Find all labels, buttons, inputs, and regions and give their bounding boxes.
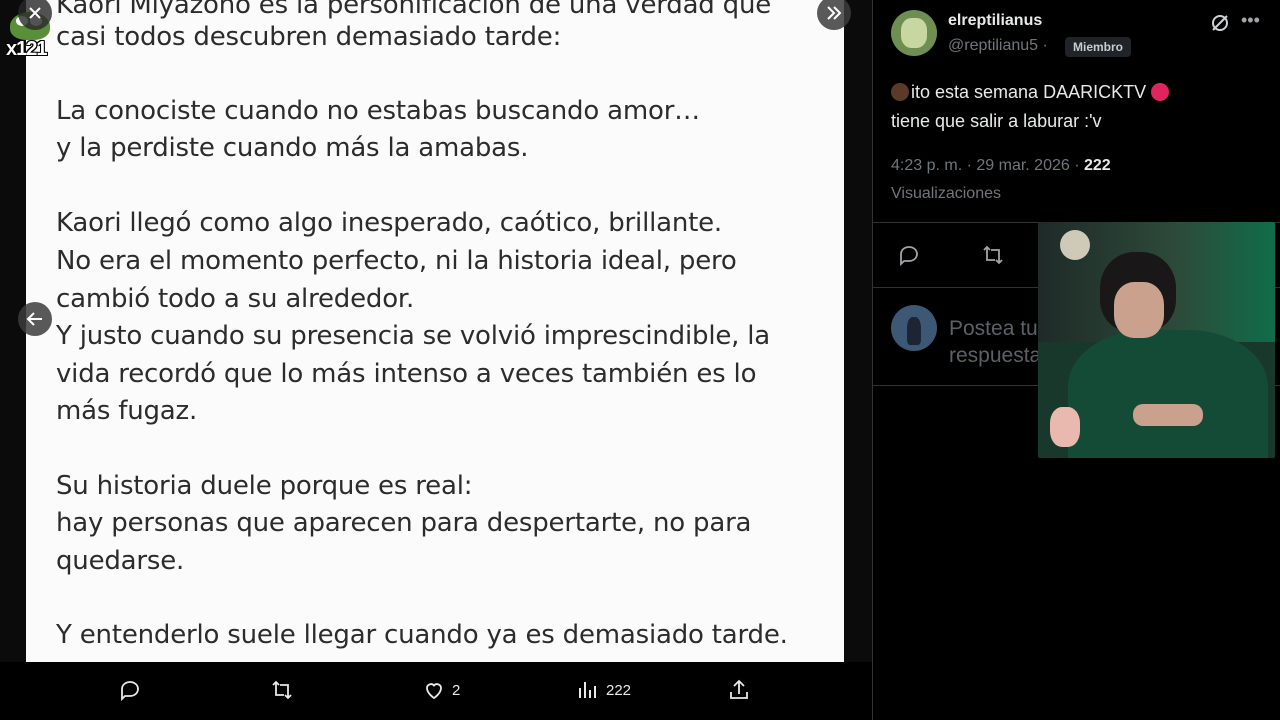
image-text-line: La conociste cuando no estabas buscando …: [56, 96, 700, 126]
tweet-timestamp[interactable]: 4:23 p. m. · 29 mar. 2026 ·: [891, 157, 1080, 174]
sticker-icon: [1050, 407, 1080, 447]
watermark-text: x121: [6, 38, 47, 60]
reply-input[interactable]: Postea tu respuesta: [949, 315, 1039, 369]
author-name[interactable]: elreptilianus: [948, 12, 1042, 30]
image-text-line: quedarse.: [56, 546, 185, 576]
views-count: 222: [606, 681, 632, 699]
share-button[interactable]: [727, 678, 751, 702]
image-text-line: cambió todo a su alrededor.: [56, 284, 415, 314]
image-text-line: No era el momento perfecto, ni la histor…: [56, 246, 737, 276]
double-chevron-right-icon: [827, 6, 842, 20]
tweet-meta: 4:23 p. m. · 29 mar. 2026 · 222: [891, 157, 1111, 175]
image-text-line: más fugaz.: [56, 396, 198, 426]
image-text-line: Y justo cuando su presencia se volvió im…: [56, 321, 771, 351]
image-text-line: Su historia duele porque es real:: [56, 471, 473, 501]
reply-icon[interactable]: [897, 243, 921, 267]
repost-icon[interactable]: [981, 243, 1005, 267]
image-text-line: hay personas que aparecen para despertar…: [56, 508, 752, 538]
tweet-text-line: ito esta semana DAARICKTV: [911, 82, 1147, 102]
image-text-line: casi todos descubren demasiado tarde:: [56, 22, 562, 52]
reply-button[interactable]: [118, 678, 142, 702]
more-options-icon[interactable]: •••: [1241, 10, 1260, 31]
arrow-left-icon: [26, 312, 42, 326]
turkey-emoji-icon: [891, 83, 909, 101]
webcam-overlay: [1038, 222, 1275, 458]
image-text-line: vida recordó que lo más intenso a veces …: [56, 359, 757, 389]
views-button[interactable]: 222: [576, 678, 631, 702]
avatar[interactable]: [891, 10, 937, 56]
collapse-panel-button[interactable]: [817, 0, 851, 30]
image-text-line: y la perdiste cuando más la amabas.: [56, 133, 529, 163]
bar-chart-icon: [579, 682, 596, 698]
previous-image-button[interactable]: [18, 302, 52, 336]
image-text-line: Y entenderlo suele llegar cuando ya es d…: [56, 620, 788, 650]
post-image[interactable]: Kaori Miyazono es la personificación de …: [26, 0, 844, 662]
media-action-bar: 2 222: [0, 662, 872, 720]
views-label: Visualizaciones: [891, 185, 1001, 202]
tweet-text-line: tiene que salir a laburar :'v: [891, 111, 1102, 131]
heart-icon: [426, 683, 442, 700]
image-text-line: Kaori llegó como algo inesperado, caótic…: [56, 208, 722, 238]
tweet-views: 222: [1084, 157, 1111, 174]
close-icon: [29, 7, 41, 19]
grok-icon[interactable]: [1209, 12, 1231, 34]
ribbon-emoji-icon: [1151, 83, 1170, 101]
tweet-text: ito esta semana DAARICKTV tiene que sali…: [891, 78, 1221, 136]
repost-icon: [272, 680, 292, 700]
share-icon: [730, 679, 748, 699]
like-count: 2: [452, 681, 461, 699]
repost-button[interactable]: [270, 678, 294, 702]
member-badge: Miembro: [1065, 37, 1132, 57]
like-button[interactable]: 2: [422, 678, 460, 702]
image-text-line: Kaori Miyazono es la personificación de …: [56, 0, 772, 20]
avatar: [891, 305, 937, 351]
reply-icon: [121, 681, 139, 702]
media-viewer: Kaori Miyazono es la personificación de …: [0, 0, 872, 720]
author-handle[interactable]: @reptilianu5 ·: [948, 37, 1048, 55]
